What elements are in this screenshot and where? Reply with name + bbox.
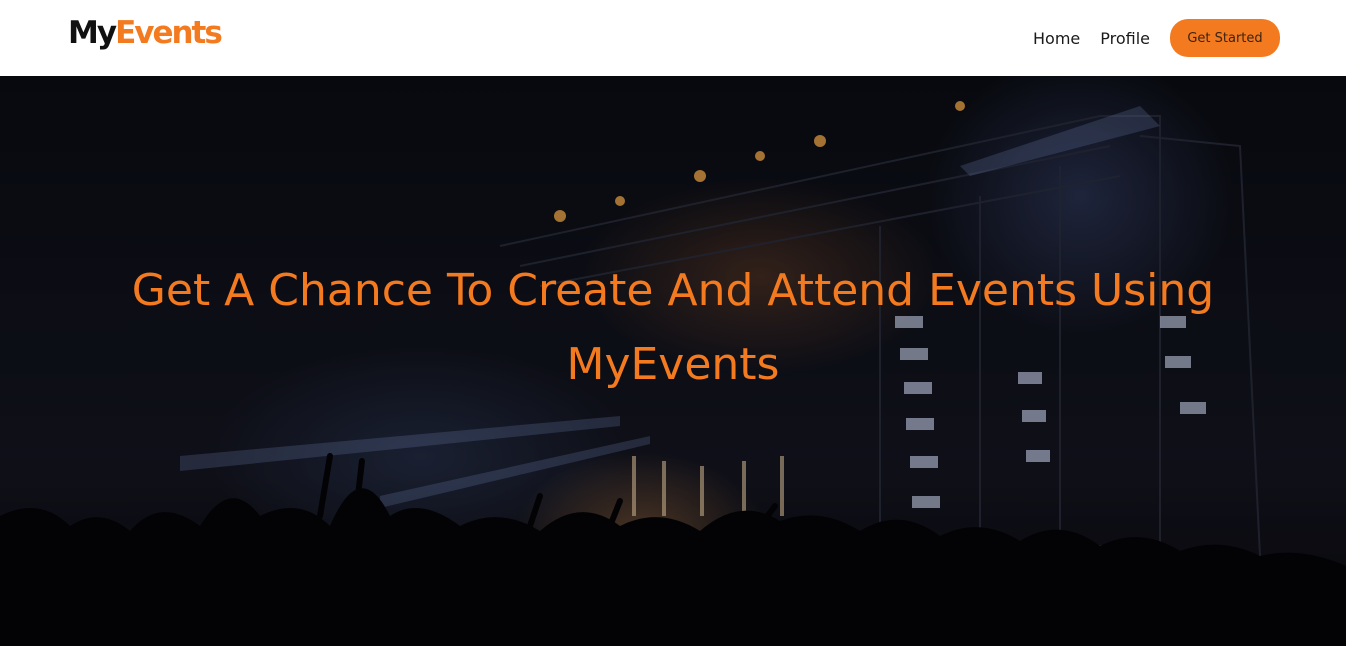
get-started-button[interactable]: Get Started bbox=[1170, 19, 1280, 57]
logo-part-my: My bbox=[68, 15, 117, 51]
nav-menu: Home Profile Get Started bbox=[1033, 19, 1280, 57]
nav-link-home[interactable]: Home bbox=[1033, 29, 1080, 48]
nav-link-profile[interactable]: Profile bbox=[1100, 29, 1150, 48]
logo-part-events: Events bbox=[115, 15, 223, 51]
brand-logo[interactable]: My Events bbox=[68, 15, 223, 51]
navbar: My Events Home Profile Get Started bbox=[0, 0, 1346, 76]
hero-headline: Get A Chance To Create And Attend Events… bbox=[131, 265, 1215, 390]
hero-section: Get A Chance To Create And Attend Events… bbox=[0, 76, 1346, 646]
